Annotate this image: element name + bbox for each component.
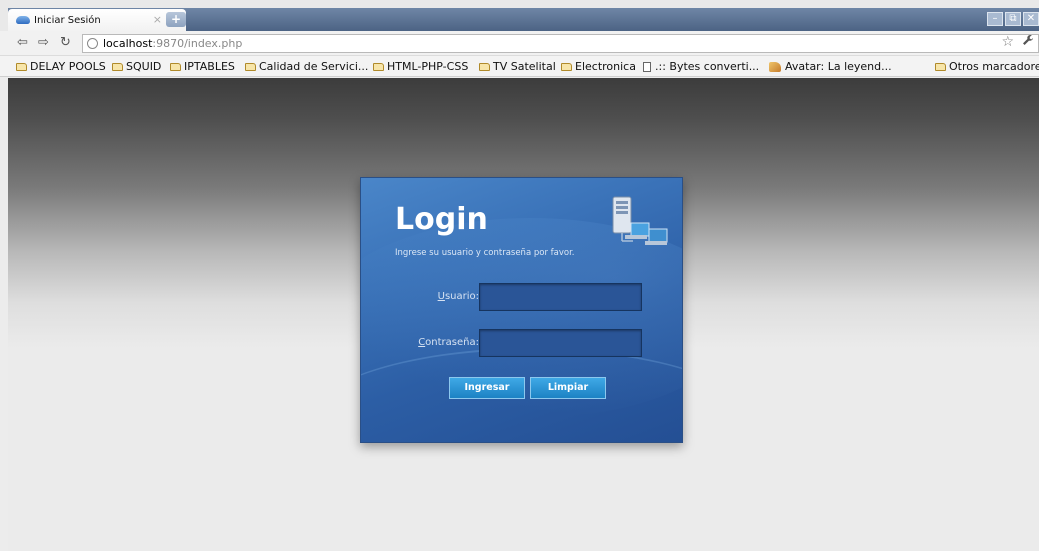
- url-host: localhost: [103, 37, 153, 50]
- username-accesskey: U: [437, 291, 445, 302]
- folder-icon: [112, 62, 123, 71]
- bookmarks-bar: DELAY POOLS SQUID IPTABLES Calidad de Se…: [0, 56, 1039, 77]
- url-path: :9870/index.php: [152, 37, 243, 50]
- username-input[interactable]: [479, 283, 642, 311]
- submit-button[interactable]: Ingresar: [449, 377, 525, 399]
- wrench-menu-icon[interactable]: [1022, 34, 1034, 50]
- username-label-text: suario:: [444, 291, 479, 302]
- bookmark-folder-delay-pools[interactable]: DELAY POOLS: [16, 60, 106, 73]
- bookmark-label: TV Satelital: [493, 60, 556, 73]
- bookmark-folder-html-php-css[interactable]: HTML-PHP-CSS: [373, 60, 468, 73]
- close-window-button[interactable]: ✕: [1023, 12, 1039, 26]
- page-info-icon[interactable]: [87, 38, 98, 49]
- bookmark-label: Otros marcadores: [949, 60, 1039, 73]
- browser-toolbar: ⇦ ⇨ ↻ localhost:9870/index.php ☆: [0, 31, 1039, 56]
- bookmark-folder-electronica[interactable]: Electronica: [561, 60, 636, 73]
- address-bar[interactable]: localhost:9870/index.php: [82, 34, 1039, 53]
- cloud-favicon-icon: [16, 16, 30, 24]
- avatar-favicon-icon: [769, 61, 781, 72]
- bookmark-folder-calidad[interactable]: Calidad de Servici...: [245, 60, 368, 73]
- folder-icon: [479, 62, 490, 71]
- bookmark-label: .:: Bytes converti...: [655, 60, 760, 73]
- tab-iniciar-sesion[interactable]: Iniciar Sesión ×: [8, 9, 186, 31]
- bookmark-label: Avatar: La leyend...: [785, 60, 892, 73]
- bookmark-label: Calidad de Servici...: [259, 60, 369, 73]
- username-label: Usuario:: [369, 291, 479, 302]
- new-tab-button[interactable]: +: [166, 12, 186, 27]
- folder-icon: [561, 62, 572, 71]
- clear-button[interactable]: Limpiar: [530, 377, 606, 399]
- reload-button[interactable]: ↻: [60, 35, 71, 50]
- forward-button[interactable]: ⇨: [38, 35, 49, 50]
- bookmark-label: SQUID: [126, 60, 162, 73]
- back-button[interactable]: ⇦: [17, 35, 28, 50]
- password-label-text: ontraseña:: [425, 337, 479, 348]
- tab-close-icon[interactable]: ×: [153, 13, 162, 26]
- bookmark-bytes-converter[interactable]: .:: Bytes converti...: [643, 60, 759, 73]
- login-title: Login: [395, 202, 488, 237]
- folder-icon: [16, 62, 27, 71]
- password-input[interactable]: [479, 329, 642, 357]
- page-icon: [643, 61, 651, 72]
- bookmark-folder-iptables[interactable]: IPTABLES: [170, 60, 235, 73]
- login-subtitle: Ingrese su usuario y contraseña por favo…: [395, 248, 575, 258]
- folder-icon: [245, 62, 256, 71]
- tab-title: Iniciar Sesión: [34, 14, 101, 26]
- minimize-button[interactable]: –: [987, 12, 1003, 26]
- password-label: Contraseña:: [369, 337, 479, 348]
- bookmark-folder-tv-satelital[interactable]: TV Satelital: [479, 60, 556, 73]
- tab-strip: Iniciar Sesión × + – ⧉ ✕: [0, 0, 1039, 31]
- bookmark-label: IPTABLES: [184, 60, 235, 73]
- login-panel: Login Ingrese su usuario y contraseña po…: [360, 177, 683, 443]
- bookmark-star-icon[interactable]: ☆: [1001, 34, 1014, 50]
- computer-network-icon: [612, 196, 668, 245]
- bookmark-label: DELAY POOLS: [30, 60, 106, 73]
- restore-button[interactable]: ⧉: [1005, 12, 1021, 26]
- bookmark-label: HTML-PHP-CSS: [387, 60, 469, 73]
- folder-icon: [373, 62, 384, 71]
- folder-icon: [935, 62, 946, 71]
- bookmark-avatar[interactable]: Avatar: La leyend...: [769, 60, 892, 73]
- bookmark-folder-squid[interactable]: SQUID: [112, 60, 161, 73]
- folder-icon: [170, 62, 181, 71]
- bookmark-other-folder[interactable]: Otros marcadores: [935, 60, 1039, 73]
- bookmark-label: Electronica: [575, 60, 636, 73]
- page-content: Login Ingrese su usuario y contraseña po…: [8, 78, 1039, 551]
